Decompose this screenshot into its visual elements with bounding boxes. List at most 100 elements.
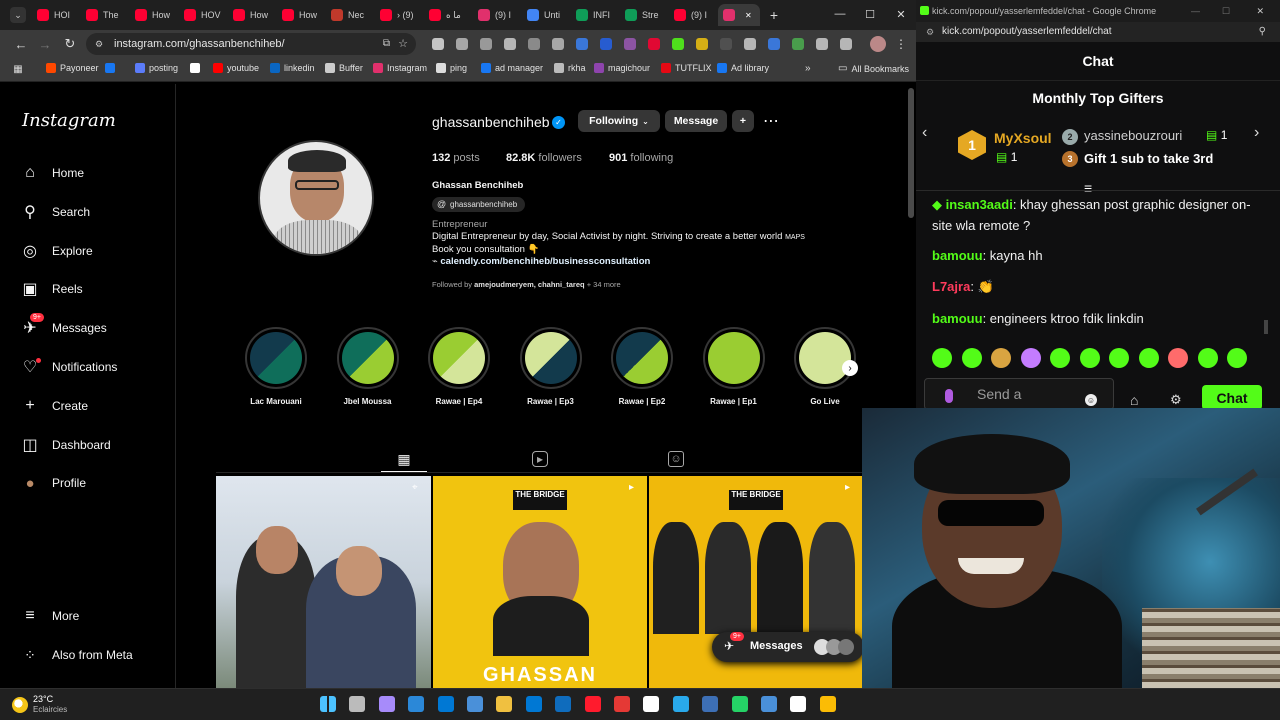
story-highlight[interactable]: [336, 327, 399, 389]
bookmark-item[interactable]: Instagram: [373, 63, 427, 73]
gift-cta[interactable]: Gift 1 sub to take 3rd: [1084, 151, 1213, 166]
store-icon[interactable]: ⌂: [1130, 392, 1138, 408]
app-icon[interactable]: [614, 696, 630, 712]
store-icon[interactable]: [525, 696, 542, 712]
weather-icon[interactable]: [12, 697, 28, 713]
nav-create[interactable]: + Create: [20, 395, 88, 417]
address-bar[interactable]: ⚙ instagram.com/ghassanbenchiheb/ ⧉ ☆: [86, 33, 416, 55]
extension-icon[interactable]: [768, 38, 780, 50]
extension-icon[interactable]: [624, 38, 636, 50]
back-icon[interactable]: ←: [13, 36, 29, 52]
extension-icon[interactable]: [840, 38, 852, 50]
app-icon[interactable]: [437, 696, 454, 712]
chat-scrollbar[interactable]: [1264, 320, 1268, 334]
nav-messages[interactable]: ✈ Messages 9+: [20, 313, 107, 339]
browser-tab[interactable]: HOI: [32, 4, 79, 26]
following-count[interactable]: 901 following: [609, 152, 673, 164]
chrome-icon[interactable]: [819, 696, 836, 712]
bookmark-item[interactable]: ping: [436, 63, 467, 73]
maximize-icon[interactable]: ☐: [862, 6, 878, 22]
story-highlight[interactable]: [794, 327, 856, 389]
zoom-icon[interactable]: ⚲: [1259, 22, 1266, 42]
outlook-icon[interactable]: [555, 696, 572, 712]
nav-reels[interactable]: ▣ Reels: [20, 278, 82, 300]
nav-dashboard[interactable]: ◫ Dashboard: [20, 434, 110, 456]
story-highlight[interactable]: [702, 327, 765, 389]
settings-gear-icon[interactable]: ⚙: [1170, 392, 1182, 408]
minimize-icon[interactable]: —: [832, 6, 848, 22]
extension-icon[interactable]: [816, 38, 828, 50]
apps-grid-icon[interactable]: ▦: [12, 63, 24, 75]
threads-badge[interactable]: @ ghassanbenchiheb: [432, 197, 526, 212]
story-highlight[interactable]: [611, 327, 673, 389]
browser-tab[interactable]: How: [277, 4, 324, 26]
post-thumbnail[interactable]: ⌖: [216, 476, 431, 688]
nav-profile[interactable]: ● Profile: [20, 472, 86, 494]
emote-icon[interactable]: [1020, 348, 1041, 368]
browser-tab[interactable]: HOV: [179, 4, 226, 26]
emote-icon[interactable]: [961, 348, 982, 368]
notion-icon[interactable]: [790, 696, 807, 712]
forward-icon[interactable]: →: [37, 36, 53, 52]
chat-username[interactable]: bamouu: [932, 248, 983, 263]
profile-avatar-icon[interactable]: [870, 36, 886, 52]
story-highlight[interactable]: [245, 327, 307, 389]
chat-send-button[interactable]: Chat: [1202, 385, 1262, 410]
app-icon[interactable]: [761, 696, 777, 712]
close-window-icon[interactable]: ✕: [1256, 0, 1264, 22]
opera-icon[interactable]: [584, 696, 601, 712]
story-highlight[interactable]: [428, 327, 490, 389]
emote-icon[interactable]: [1109, 348, 1129, 368]
gifter2-name[interactable]: yassinebouzrouri: [1084, 128, 1182, 143]
copilot-icon[interactable]: [378, 696, 395, 712]
close-tab-icon[interactable]: ✕: [745, 11, 752, 20]
cast-icon[interactable]: ⧉: [383, 33, 390, 55]
nav-notifications[interactable]: ♡ Notifications: [20, 356, 117, 378]
extension-icon[interactable]: [528, 38, 540, 50]
emote-icon[interactable]: [1079, 348, 1100, 368]
gifter1-name[interactable]: MyXsoul: [994, 130, 1052, 146]
following-button[interactable]: Following ⌄: [578, 110, 660, 132]
bookmark-item[interactable]: Buffer: [325, 63, 363, 73]
browser-tab[interactable]: How: [228, 4, 275, 26]
bookmark-item[interactable]: Ad library: [717, 63, 769, 73]
reload-icon[interactable]: ↻: [62, 36, 78, 52]
highlights-next-icon[interactable]: ›: [842, 360, 858, 376]
app-icon[interactable]: [408, 696, 425, 712]
bookmark-item[interactable]: ad manager: [481, 63, 543, 73]
chat-username[interactable]: insan3aadi: [946, 197, 1013, 212]
app-icon[interactable]: [467, 696, 483, 712]
emote-icon[interactable]: [1138, 348, 1159, 368]
extension-icon[interactable]: [648, 38, 660, 50]
chat-input[interactable]: Send a ☺: [924, 378, 1114, 410]
tagged-tab-icon[interactable]: ☺: [668, 451, 684, 467]
chrome-menu-icon[interactable]: ⋮: [895, 36, 907, 52]
nav-also-from-meta[interactable]: ⁘ Also from Meta: [20, 644, 133, 666]
app-icon[interactable]: [702, 696, 719, 712]
profile-avatar[interactable]: [258, 140, 374, 256]
browser-tab[interactable]: Nec: [326, 4, 373, 26]
followers-count[interactable]: 82.8K followers: [506, 152, 582, 164]
bookmark-item[interactable]: TUTFLIX: [661, 63, 712, 73]
close-window-icon[interactable]: ✕: [893, 6, 909, 22]
maximize-icon[interactable]: ☐: [1222, 0, 1230, 22]
bookmark-star-icon[interactable]: ☆: [398, 33, 408, 55]
explorer-icon[interactable]: [496, 696, 513, 712]
tab-search-icon[interactable]: ⌄: [10, 7, 26, 23]
browser-tab[interactable]: Unti: [522, 4, 569, 26]
extension-icon[interactable]: [552, 38, 564, 50]
extension-icon[interactable]: [504, 38, 516, 50]
telegram-icon[interactable]: [672, 696, 689, 712]
tiktok-icon[interactable]: [643, 696, 660, 712]
gifters-next-icon[interactable]: ›: [1254, 124, 1259, 142]
emote-icon[interactable]: [1227, 348, 1247, 368]
more-options-icon[interactable]: ⋯: [761, 112, 781, 130]
bookmark-item[interactable]: [105, 63, 119, 73]
post-thumbnail[interactable]: THE BRIDGE GHASSAN ▸: [433, 476, 647, 688]
emote-icon[interactable]: [932, 348, 952, 368]
browser-tab[interactable]: Stre: [620, 4, 667, 26]
followed-by[interactable]: Followed by amejoudmeryem, chahni_tareq …: [432, 280, 621, 289]
browser-tab[interactable]: The: [81, 4, 128, 26]
nav-more[interactable]: ≡ More: [20, 605, 79, 627]
extension-icon[interactable]: [456, 38, 468, 50]
